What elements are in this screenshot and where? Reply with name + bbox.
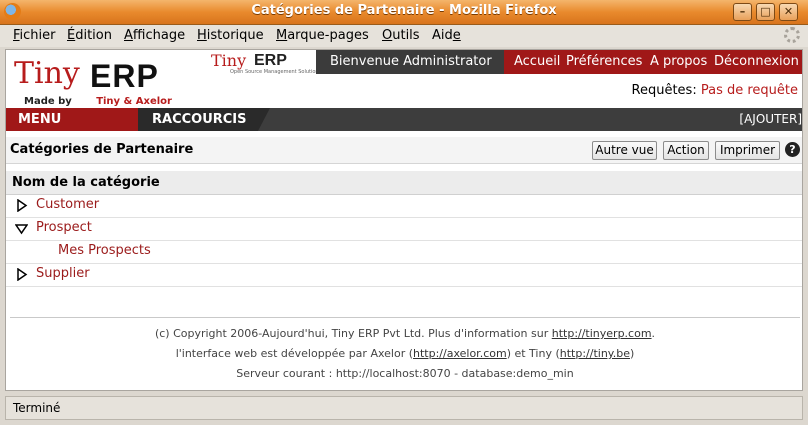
tree-row[interactable]: Supplier: [6, 263, 802, 287]
axelor-link[interactable]: http://axelor.com: [413, 347, 507, 360]
footer-copyright: (c) Copyright 2006-Aujourd'hui, Tiny ERP…: [6, 327, 802, 340]
footer-copyright-text: (c) Copyright 2006-Aujourd'hui, Tiny ERP…: [154, 327, 552, 340]
footer-credits-text: l'interface web est développée par Axelo…: [175, 347, 414, 360]
throbber-icon: [784, 27, 800, 43]
expand-arrow-icon[interactable]: [15, 268, 28, 281]
welcome-banner: Bienvenue Administrator: [316, 50, 504, 74]
small-logo-erp: ERP: [254, 52, 287, 69]
collapse-arrow-icon[interactable]: [15, 222, 28, 235]
column-header-label: Nom de la catégorie: [12, 175, 160, 190]
page-title: Catégories de Partenaire: [10, 142, 194, 157]
footer-server-info: Serveur courant : http://localhost:8070 …: [236, 367, 574, 380]
footer-credits-mid: ) et Tiny (: [506, 347, 560, 360]
window-title: Catégories de Partenaire - Mozilla Firef…: [251, 3, 557, 18]
other-view-button[interactable]: Autre vue: [592, 141, 657, 160]
menu-edition[interactable]: Édition: [67, 28, 112, 43]
tree-row-label[interactable]: Prospect: [36, 220, 92, 235]
browser-statusbar: Terminé: [5, 396, 803, 420]
window-titlebar: Catégories de Partenaire - Mozilla Firef…: [0, 0, 808, 25]
requests-info: Requêtes: Pas de requête: [632, 83, 798, 98]
small-logo-tagline: Open Source Management Solution: [230, 69, 319, 75]
view-header: Catégories de Partenaire Autre vue Actio…: [6, 137, 802, 164]
expand-arrow-icon[interactable]: [15, 199, 28, 212]
column-header[interactable]: Nom de la catégorie: [6, 171, 802, 195]
tree-row-label[interactable]: Supplier: [36, 266, 90, 281]
footer-credits-end: ): [630, 347, 635, 360]
main-menu-bar: MENU PRINCIPAL RACCOURCIS [AJOUTER]: [6, 108, 802, 150]
menu-historique[interactable]: Historique: [197, 28, 264, 43]
nav-preferences[interactable]: Préférences: [566, 54, 642, 69]
close-button[interactable]: ✕: [779, 3, 798, 21]
small-tinyerp-logo: Tiny ERP Open Source Management Solution: [211, 51, 321, 77]
menu-outils[interactable]: Outils: [382, 28, 420, 43]
menu-aide[interactable]: Aide: [432, 28, 461, 43]
main-menu-tab[interactable]: MENU PRINCIPAL: [6, 108, 148, 150]
maximize-button[interactable]: □: [756, 3, 775, 21]
tree-row[interactable]: Prospect: [6, 217, 802, 241]
logo-made-by: Made by Tiny & Axelor: [24, 96, 172, 107]
tree-row[interactable]: Customer: [6, 194, 802, 218]
action-button[interactable]: Action: [663, 141, 709, 160]
logo-tiny-text: Tiny: [14, 56, 80, 91]
help-icon[interactable]: ?: [785, 142, 800, 157]
footer-copyright-dot: .: [651, 327, 656, 340]
footer-credits: l'interface web est développée par Axelo…: [6, 347, 802, 360]
nav-accueil[interactable]: Accueil: [514, 54, 560, 69]
requests-link[interactable]: Pas de requête: [701, 83, 798, 98]
shortcuts-tab[interactable]: RACCOURCIS: [138, 108, 270, 131]
tinyerp-logo[interactable]: Tiny ERP Made by Tiny & Axelor: [14, 56, 189, 107]
page-content: Tiny ERP Made by Tiny & Axelor Tiny ERP …: [5, 49, 803, 391]
logo-erp-text: ERP: [90, 58, 159, 94]
nav-deconnexion[interactable]: Déconnexion: [714, 54, 799, 69]
tiny-link[interactable]: http://tiny.be: [560, 347, 630, 360]
menu-marque-pages[interactable]: Marque-pages: [276, 28, 369, 43]
footer-divider: [10, 317, 800, 318]
status-text: Terminé: [13, 401, 61, 415]
tree-row-label[interactable]: Mes Prospects: [58, 243, 151, 258]
top-navigation: Accueil Préférences A propos Déconnexion: [504, 50, 802, 74]
menu-affichage[interactable]: Affichage: [124, 28, 185, 43]
nav-a-propos[interactable]: A propos: [650, 54, 707, 69]
tree-row-label[interactable]: Customer: [36, 197, 99, 212]
tinyerp-link[interactable]: http://tinyerp.com: [552, 327, 652, 340]
small-logo-tiny: Tiny: [211, 51, 247, 70]
tree-row[interactable]: Mes Prospects: [6, 240, 802, 264]
requests-label: Requêtes:: [631, 83, 697, 98]
add-shortcut-link[interactable]: [AJOUTER]: [739, 108, 802, 131]
minimize-button[interactable]: –: [733, 3, 752, 21]
print-button[interactable]: Imprimer: [715, 141, 780, 160]
browser-menubar: Fichier Édition Affichage Historique Mar…: [0, 25, 808, 47]
menu-fichier[interactable]: Fichier: [13, 28, 56, 43]
